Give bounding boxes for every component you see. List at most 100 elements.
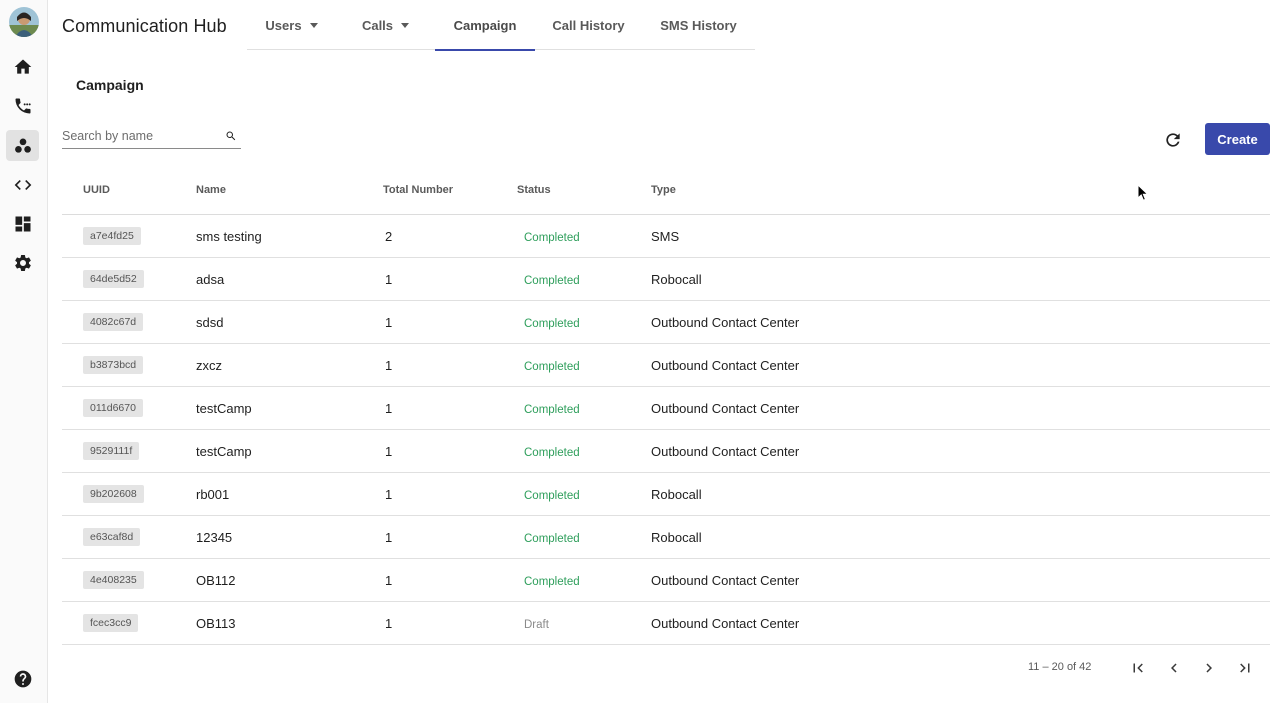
- table-row[interactable]: fcec3cc9 OB113 1 Draft Outbound Contact Cent…: [62, 602, 1270, 645]
- uuid-cell: 9529111f: [62, 442, 196, 460]
- status-badge: Completed: [524, 575, 580, 588]
- type-cell: Outbound Contact Center: [651, 357, 800, 373]
- campaign-table: UUID Name Total Number Status Type a7e4f…: [62, 165, 1270, 645]
- table-row[interactable]: 4e408235 OB112 1 Completed Outbound Contact …: [62, 559, 1270, 602]
- uuid-chip: a7e4fd25: [83, 227, 141, 245]
- table-row[interactable]: 9b202608 rb001 1 Completed Robocall: [62, 473, 1270, 516]
- total-number-cell: 1: [385, 486, 393, 502]
- uuid-chip: 64de5d52: [83, 270, 144, 288]
- first-page-button[interactable]: [1126, 656, 1150, 680]
- status-cell: Completed: [517, 315, 651, 330]
- status-cell: Completed: [517, 530, 651, 545]
- table-row[interactable]: 64de5d52 adsa 1 Completed Robocall: [62, 258, 1270, 301]
- status-cell: Completed: [517, 444, 651, 459]
- type-cell: Outbound Contact Center: [651, 314, 800, 330]
- table-row[interactable]: 4082c67d sdsd 1 Completed Outbound Contact C…: [62, 301, 1270, 344]
- first-page-icon: [1133, 663, 1143, 673]
- refresh-icon: [1166, 133, 1180, 147]
- app-title: Communication Hub: [62, 16, 227, 36]
- page-title: Campaign: [76, 77, 144, 93]
- tab-label: Call History: [552, 17, 625, 33]
- name-cell: OB113: [196, 615, 236, 631]
- caret-down-icon: [309, 22, 318, 28]
- type-cell: Robocall: [651, 271, 702, 287]
- total-number-cell: 1: [385, 314, 393, 330]
- tab-users[interactable]: Users: [247, 0, 336, 50]
- name-cell: sms testing: [196, 228, 262, 244]
- phone-dialpad-icon: [15, 98, 31, 113]
- total-number-cell: 1: [385, 271, 393, 287]
- create-button[interactable]: Create: [1205, 123, 1270, 155]
- column-header-name[interactable]: Name: [196, 184, 383, 196]
- name-cell: OB112: [196, 572, 236, 588]
- table-header: UUID Name Total Number Status Type: [62, 165, 1270, 215]
- tab-bar: Users Calls Campaign Call History SMS Hi…: [247, 0, 755, 51]
- name-cell: testCamp: [196, 400, 252, 416]
- mouse-cursor-icon: [1137, 184, 1149, 201]
- sidebar-item-home[interactable]: [6, 51, 39, 82]
- tab-calls[interactable]: Calls: [336, 0, 435, 50]
- sidebar-item-campaign[interactable]: [6, 130, 39, 161]
- type-cell: Outbound Contact Center: [651, 400, 800, 416]
- name-cell: 12345: [196, 529, 233, 545]
- search-input[interactable]: [62, 124, 217, 148]
- tab-campaign[interactable]: Campaign: [435, 0, 535, 51]
- column-header-total-number[interactable]: Total Number: [383, 184, 517, 196]
- status-cell: Completed: [517, 358, 651, 373]
- uuid-cell: 4e408235: [62, 571, 196, 589]
- search-icon[interactable]: [225, 130, 237, 142]
- uuid-cell: 64de5d52: [62, 270, 196, 288]
- status-badge: Completed: [524, 489, 580, 502]
- total-number-cell: 1: [385, 572, 393, 588]
- tab-call-history[interactable]: Call History: [535, 0, 642, 50]
- table-row[interactable]: a7e4fd25 sms testing 2 Completed SMS: [62, 215, 1270, 258]
- uuid-cell: b3873bcd: [62, 356, 196, 374]
- status-badge: Completed: [524, 274, 580, 287]
- sidebar-item-dashboard[interactable]: [6, 208, 39, 239]
- sidebar-item-developer[interactable]: [6, 169, 39, 200]
- pagination-range: 11 – 20 of 42: [1028, 661, 1092, 673]
- table-row[interactable]: b3873bcd zxcz 1 Completed Outbound Contact C…: [62, 344, 1270, 387]
- status-badge: Draft: [524, 618, 549, 631]
- next-page-button[interactable]: [1197, 656, 1221, 680]
- avatar[interactable]: [9, 7, 39, 37]
- table-row[interactable]: 9529111f testCamp 1 Completed Outbound Conta…: [62, 430, 1270, 473]
- home-icon: [14, 59, 31, 74]
- groups-icon: [14, 138, 31, 153]
- sidebar-item-calls[interactable]: [6, 90, 39, 121]
- name-cell: adsa: [196, 271, 225, 287]
- table-row[interactable]: 011d6670 testCamp 1 Completed Outbound Conta…: [62, 387, 1270, 430]
- column-header-uuid[interactable]: UUID: [62, 184, 196, 196]
- type-cell: Outbound Contact Center: [651, 572, 800, 588]
- uuid-chip: e63caf8d: [83, 528, 141, 546]
- uuid-cell: a7e4fd25: [62, 227, 196, 245]
- type-cell: SMS: [651, 228, 680, 244]
- name-cell: testCamp: [196, 443, 252, 459]
- table-row[interactable]: e63caf8d 12345 1 Completed Robocall: [62, 516, 1270, 559]
- uuid-chip: 9529111f: [83, 442, 140, 460]
- status-badge: Completed: [524, 403, 580, 416]
- type-cell: Robocall: [651, 529, 702, 545]
- chevron-left-icon: [1171, 663, 1177, 673]
- uuid-cell: 9b202608: [62, 485, 196, 503]
- type-cell: Outbound Contact Center: [651, 615, 800, 631]
- status-cell: Completed: [517, 401, 651, 416]
- sidebar-item-settings[interactable]: [6, 247, 39, 278]
- status-cell: Completed: [517, 272, 651, 287]
- uuid-chip: b3873bcd: [83, 356, 144, 374]
- chevron-right-icon: [1206, 663, 1212, 673]
- search-box: [62, 124, 241, 149]
- code-icon: [14, 179, 31, 190]
- last-page-button[interactable]: [1233, 656, 1257, 680]
- tab-label: Campaign: [453, 17, 517, 33]
- status-cell: Completed: [517, 229, 651, 244]
- previous-page-button[interactable]: [1162, 656, 1186, 680]
- paginator: 11 – 20 of 42: [0, 655, 1280, 681]
- status-badge: Completed: [524, 446, 580, 459]
- tab-label: Users: [265, 17, 302, 33]
- column-header-type[interactable]: Type: [651, 184, 1270, 196]
- total-number-cell: 1: [385, 443, 393, 459]
- refresh-button[interactable]: [1161, 128, 1185, 152]
- tab-sms-history[interactable]: SMS History: [642, 0, 755, 50]
- column-header-status[interactable]: Status: [517, 184, 651, 196]
